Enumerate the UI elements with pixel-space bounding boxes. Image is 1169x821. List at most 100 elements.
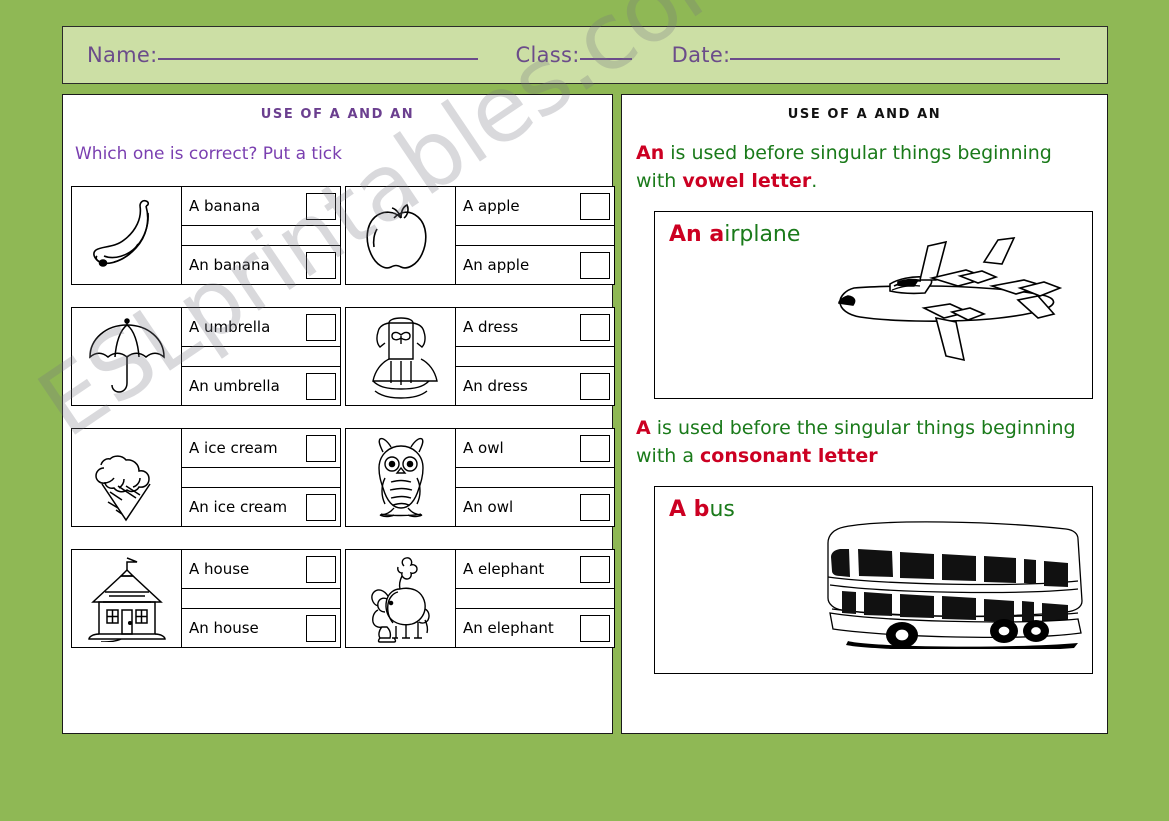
exercise-panel: USE OF A AND AN Which one is correct? Pu… xyxy=(62,94,615,734)
exercise-item: A umbrella An umbrella xyxy=(71,307,341,406)
exercise-instruction: Which one is correct? Put a tick xyxy=(75,144,343,164)
bus-icon xyxy=(818,513,1086,653)
option-label: A umbrella xyxy=(189,318,271,336)
option-row[interactable]: An owl xyxy=(455,487,615,527)
rule-an-keyword: An xyxy=(636,142,665,164)
elephant-icon xyxy=(346,550,456,647)
tick-checkbox[interactable] xyxy=(580,434,610,462)
date-input-line[interactable] xyxy=(730,58,1061,60)
house-icon xyxy=(72,550,182,647)
rule-a-text: A is used before the singular things beg… xyxy=(636,415,1093,470)
option-label: An ice cream xyxy=(189,498,288,516)
tick-checkbox[interactable] xyxy=(580,251,610,279)
tick-checkbox[interactable] xyxy=(306,313,336,341)
date-field[interactable]: Date: xyxy=(672,43,1061,67)
exercise-item: A owl An owl xyxy=(345,428,615,527)
bus-label-red: A b xyxy=(669,497,710,523)
option-list: A ice cream An ice cream xyxy=(181,428,341,527)
option-label: An umbrella xyxy=(189,377,280,395)
airplane-label-red: An a xyxy=(669,222,725,248)
rules-panel: USE OF A AND AN An is used before singul… xyxy=(621,94,1108,734)
option-list: A umbrella An umbrella xyxy=(181,307,341,406)
option-label: A apple xyxy=(463,197,520,215)
option-row[interactable]: An elephant xyxy=(455,608,615,648)
option-label: An elephant xyxy=(463,619,554,637)
right-panel-title: USE OF A AND AN xyxy=(787,107,942,122)
option-label: A ice cream xyxy=(189,439,278,457)
tick-checkbox[interactable] xyxy=(306,614,336,642)
option-row[interactable]: An ice cream xyxy=(181,487,341,527)
exercise-item: A house An house xyxy=(71,549,341,648)
option-row[interactable]: A ice cream xyxy=(181,428,341,468)
tick-checkbox[interactable] xyxy=(306,555,336,583)
option-row[interactable]: A banana xyxy=(181,186,341,226)
exercise-item: A apple An apple xyxy=(345,186,615,285)
tick-checkbox[interactable] xyxy=(580,555,610,583)
tick-checkbox[interactable] xyxy=(580,372,610,400)
airplane-example-label: An airplane xyxy=(669,222,800,247)
option-row[interactable]: An dress xyxy=(455,366,615,406)
bus-example-box: A bus xyxy=(654,486,1093,675)
student-info-header: Name: Class: Date: xyxy=(62,26,1108,84)
option-row[interactable]: An banana xyxy=(181,245,341,285)
name-input-line[interactable] xyxy=(157,58,478,60)
option-row[interactable]: An house xyxy=(181,608,341,648)
rule-an-text: An is used before singular things beginn… xyxy=(636,140,1093,195)
option-row[interactable]: An umbrella xyxy=(181,366,341,406)
exercise-item: A elephant An elephant xyxy=(345,549,615,648)
class-field[interactable]: Class: xyxy=(516,43,632,67)
option-list: A banana An banana xyxy=(181,186,341,285)
tick-checkbox[interactable] xyxy=(306,434,336,462)
class-label: Class: xyxy=(515,43,580,67)
option-label: A owl xyxy=(463,439,504,457)
tick-checkbox[interactable] xyxy=(306,251,336,279)
option-row[interactable]: An apple xyxy=(455,245,615,285)
option-label: An house xyxy=(189,619,259,637)
rule-a-keyword: A xyxy=(636,417,651,440)
option-list: A dress An dress xyxy=(455,307,615,406)
option-label: An banana xyxy=(189,256,270,274)
option-label: An apple xyxy=(463,256,530,274)
option-row[interactable]: A elephant xyxy=(455,549,615,589)
airplane-example-box: An airplane xyxy=(654,211,1093,400)
exercise-item: A ice cream An ice cream xyxy=(71,428,341,527)
option-row[interactable]: A house xyxy=(181,549,341,589)
option-label: An dress xyxy=(463,377,528,395)
option-row[interactable]: A dress xyxy=(455,307,615,347)
rule-an-emphasis: vowel letter xyxy=(682,169,812,192)
option-label: A house xyxy=(189,560,250,578)
exercise-item: A dress An dress xyxy=(345,307,615,406)
bus-label-green: us xyxy=(709,497,735,523)
umbrella-icon xyxy=(72,308,182,405)
class-input-line[interactable] xyxy=(579,58,632,60)
tick-checkbox[interactable] xyxy=(306,192,336,220)
option-list: A apple An apple xyxy=(455,186,615,285)
tick-checkbox[interactable] xyxy=(580,614,610,642)
tick-checkbox[interactable] xyxy=(580,192,610,220)
bus-example-label: A bus xyxy=(669,497,735,522)
airplane-icon xyxy=(832,226,1082,380)
option-row[interactable]: A owl xyxy=(455,428,615,468)
tick-checkbox[interactable] xyxy=(306,493,336,521)
option-list: A owl An owl xyxy=(455,428,615,527)
name-field[interactable]: Name: xyxy=(87,43,478,67)
name-label: Name: xyxy=(87,43,158,67)
option-label: A elephant xyxy=(463,560,545,578)
option-label: A dress xyxy=(463,318,519,336)
option-row[interactable]: A umbrella xyxy=(181,307,341,347)
tick-checkbox[interactable] xyxy=(580,313,610,341)
option-label: An owl xyxy=(463,498,514,516)
airplane-label-green: irplane xyxy=(724,222,801,248)
tick-checkbox[interactable] xyxy=(580,493,610,521)
option-list: A elephant An elephant xyxy=(455,549,615,648)
option-label: A banana xyxy=(189,197,261,215)
exercise-item: A banana An banana xyxy=(71,186,341,285)
option-list: A house An house xyxy=(181,549,341,648)
date-label: Date: xyxy=(671,43,731,67)
tick-checkbox[interactable] xyxy=(306,372,336,400)
icecream-icon xyxy=(72,429,182,526)
dress-icon xyxy=(346,308,456,405)
option-row[interactable]: A apple xyxy=(455,186,615,226)
worksheet-panels: USE OF A AND AN Which one is correct? Pu… xyxy=(62,94,1108,734)
owl-icon xyxy=(346,429,456,526)
